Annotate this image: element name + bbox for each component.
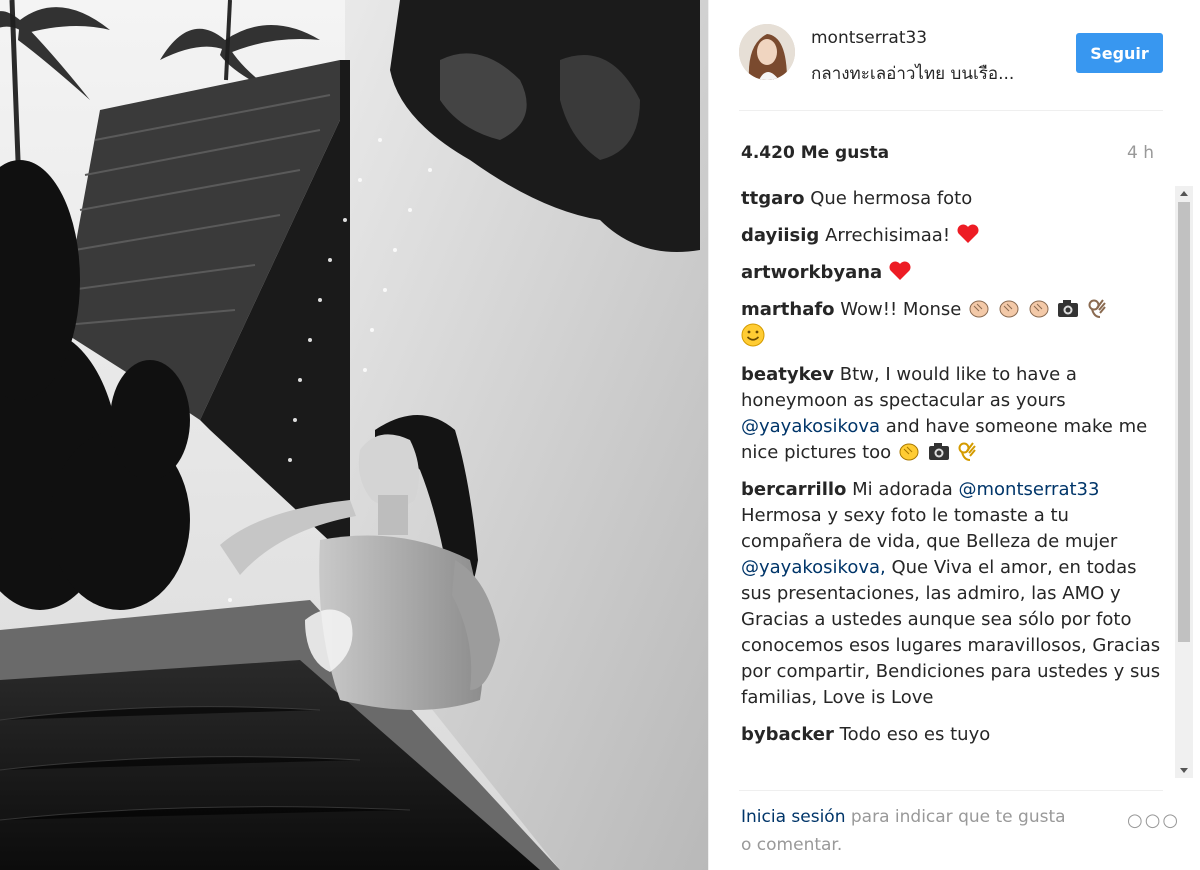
clapping-hands-icon — [1029, 300, 1049, 318]
post-time[interactable]: 4 h — [1127, 143, 1154, 163]
follow-button[interactable]: Seguir — [1076, 33, 1163, 73]
comment-text: Todo eso es tuyo — [839, 724, 991, 745]
login-link[interactable]: Inicia sesión — [741, 807, 845, 827]
clapping-hands-icon — [999, 300, 1019, 318]
comment-item: beatykev Btw, I would like to have a hon… — [741, 362, 1161, 466]
comment-mention[interactable]: @yayakosikova, — [741, 557, 886, 578]
ok-hand-icon — [1088, 299, 1106, 318]
ok-hand-icon — [958, 442, 977, 461]
smiley-icon — [741, 323, 765, 347]
post-side-panel: montserrat33 กลางทะเลอ่าวไทย บนเรือ... S… — [708, 0, 1200, 870]
avatar[interactable] — [739, 24, 795, 80]
photo-illustration — [0, 0, 708, 870]
comment-username[interactable]: bercarrillo — [741, 479, 846, 500]
comments-scrollbar[interactable] — [1175, 186, 1193, 778]
comment-item: ttgaro Que hermosa foto — [741, 186, 1161, 212]
comment-item: bercarrillo Mi adorada @montserrat33 Her… — [741, 477, 1161, 711]
post-photo[interactable] — [0, 0, 708, 870]
footer-divider — [739, 790, 1163, 791]
comment-username[interactable]: marthafo — [741, 299, 835, 320]
scroll-up-arrow-icon[interactable] — [1175, 186, 1193, 202]
comment-item: artworkbyana — [741, 260, 1161, 286]
clapping-hands-icon — [969, 300, 989, 318]
scrollbar-thumb[interactable] — [1178, 202, 1190, 642]
comment-item: bybacker Todo eso es tuyo — [741, 722, 1161, 748]
header-divider — [739, 110, 1163, 111]
comment-username[interactable]: dayiisig — [741, 225, 819, 246]
comment-text: Arrechisimaa! — [825, 225, 951, 246]
comment-username[interactable]: ttgaro — [741, 188, 804, 209]
post-location[interactable]: กลางทะเลอ่าวไทย บนเรือ... — [811, 60, 1014, 87]
comment-mention[interactable]: @montserrat33 — [959, 479, 1100, 500]
login-prompt: Inicia sesión para indicar que te gusta … — [741, 803, 1081, 859]
comment-text: Hermosa y sexy foto le tomaste a tu comp… — [741, 505, 1118, 552]
heart-icon — [889, 261, 911, 280]
clapping-hands-icon — [899, 443, 919, 461]
comment-text: Mi adorada — [852, 479, 953, 500]
comment-username[interactable]: beatykev — [741, 364, 834, 385]
comment-text: Que Viva el amor, en todas sus presentac… — [741, 557, 1161, 708]
post-username[interactable]: montserrat33 — [811, 28, 927, 48]
post-header: montserrat33 กลางทะเลอ่าวไทย บนเรือ... S… — [709, 0, 1179, 110]
heart-icon — [957, 224, 979, 243]
comment-username[interactable]: bybacker — [741, 724, 834, 745]
comment-text: Que hermosa foto — [810, 188, 973, 209]
more-options-icon[interactable]: ○○○ — [1127, 810, 1180, 831]
comment-mention[interactable]: @yayakosikova — [741, 416, 880, 437]
camera-icon — [1058, 300, 1079, 317]
comment-item: marthafo Wow!! Monse — [741, 297, 1161, 351]
comment-text: Wow!! Monse — [840, 299, 962, 320]
avatar-portrait-icon — [739, 24, 795, 80]
camera-icon — [928, 443, 949, 460]
likes-count[interactable]: 4.420 Me gusta — [741, 143, 889, 163]
comments-list: ttgaro Que hermosa foto dayiisig Arrechi… — [741, 186, 1161, 778]
scroll-down-arrow-icon[interactable] — [1175, 762, 1193, 778]
comment-username[interactable]: artworkbyana — [741, 262, 882, 283]
comment-item: dayiisig Arrechisimaa! — [741, 223, 1161, 249]
